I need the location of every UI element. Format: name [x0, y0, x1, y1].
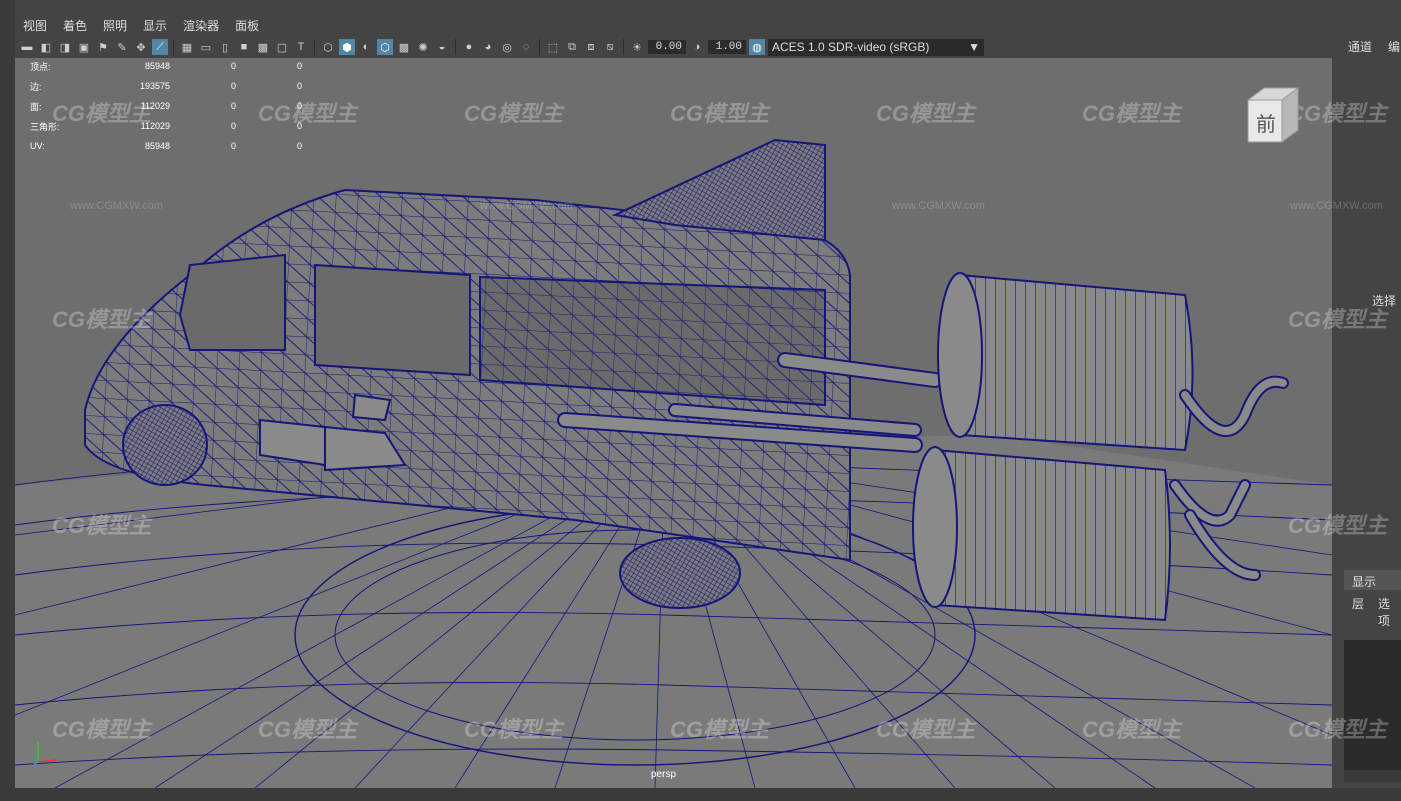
gamma-field[interactable]: 1.00 [708, 40, 746, 54]
grid-icon[interactable]: ▦ [179, 39, 195, 55]
hud-value: 0 [230, 81, 236, 91]
hud-label: 面: [30, 101, 42, 112]
textured-icon[interactable]: ▩ [396, 39, 412, 55]
wireframe-toggle-icon[interactable]: ⟋ [152, 39, 168, 55]
viewport-toolbar: ▬ ◧ ◨ ▣ ⚑ ✎ ✥ ⟋ ▦ ▭ ▯ ■ ▩ ▢ T ⬡ ⬢ ◐ ⬡ ▩ … [15, 36, 1332, 58]
screen-space-ao-icon[interactable]: ● [461, 39, 477, 55]
depth-of-field-icon[interactable]: ◌ [518, 39, 534, 55]
smooth-shade-icon[interactable]: ⬢ [339, 39, 355, 55]
hud-value: 0 [296, 121, 302, 131]
watermark-url: www.CGMXW.com [70, 200, 163, 212]
hud-label: UV: [30, 141, 45, 151]
tab-display-label: 显示 [1352, 575, 1377, 589]
toolbar-divider [539, 39, 540, 55]
hud-label: 顶点: [30, 61, 51, 72]
xray-icon[interactable]: ⧉ [564, 39, 580, 55]
hud-value: 0 [230, 61, 236, 71]
hud-label: 边: [30, 81, 42, 92]
hud-value: 85948 [144, 141, 170, 151]
menu-shading[interactable]: 着色 [55, 17, 95, 34]
anti-aliasing-icon[interactable]: ◎ [499, 39, 515, 55]
hud-value: 193575 [139, 81, 170, 91]
hud-value: 0 [296, 81, 302, 91]
bookmark-flag-icon[interactable]: ⚑ [95, 39, 111, 55]
poly-count-hud: 顶点: 85948 0 0 边: 193575 0 0 面: 112029 0 … [30, 56, 302, 156]
select-camera-icon[interactable]: ▬ [19, 39, 35, 55]
gamma-icon[interactable]: ◑ [689, 39, 705, 55]
field-chart-icon[interactable]: ▩ [255, 39, 271, 55]
layer-list[interactable] [1344, 640, 1401, 770]
isolate-select-icon[interactable]: ⬚ [545, 39, 561, 55]
viewport-menubar: 视图 着色 照明 显示 渲染器 面板 [15, 15, 1332, 36]
hud-label: 三角形: [30, 121, 60, 132]
safe-title-icon[interactable]: T [293, 39, 309, 55]
default-material-icon[interactable]: ◐ [358, 39, 374, 55]
shadows-icon[interactable]: ◒ [434, 39, 450, 55]
grease-pencil-icon[interactable]: ✎ [114, 39, 130, 55]
safe-action-icon[interactable]: ▢ [274, 39, 290, 55]
hud-value: 0 [296, 141, 302, 151]
2d-pan-zoom-icon[interactable]: ✥ [133, 39, 149, 55]
exposure-icon[interactable]: ☀ [629, 39, 645, 55]
view-transform-dropdown[interactable]: ACES 1.0 SDR-video (sRGB) ▼ [768, 38, 984, 56]
motion-blur-icon[interactable]: ◕ [480, 39, 496, 55]
bookmark-icon[interactable]: ◨ [57, 39, 73, 55]
hud-value: 112029 [140, 121, 170, 131]
menu-lighting[interactable]: 照明 [95, 17, 135, 34]
layer-scrollbar[interactable] [1344, 770, 1401, 782]
use-all-lights-icon[interactable]: ✺ [415, 39, 431, 55]
timeline-ruler[interactable] [0, 788, 1401, 801]
hud-row-faces: 面: 112029 0 0 [30, 96, 302, 116]
watermark-url: www.CGMXW.com [1290, 200, 1383, 212]
watermark-url: www.CGMXW.com [892, 200, 985, 212]
toolbar-divider [455, 39, 456, 55]
image-plane-icon[interactable]: ▣ [76, 39, 92, 55]
menu-renderer[interactable]: 渲染器 [175, 17, 227, 34]
toolbar-divider [314, 39, 315, 55]
hud-value: 85948 [144, 61, 170, 71]
toolbar-divider [623, 39, 624, 55]
hud-row-edges: 边: 193575 0 0 [30, 76, 302, 96]
left-toolbox-strip [0, 0, 15, 801]
hud-value: 0 [296, 61, 302, 71]
xray-active-icon[interactable]: ⧈ [583, 39, 599, 55]
view-transform-value: ACES 1.0 SDR-video (sRGB) [772, 40, 930, 54]
options-menu[interactable]: 选项 [1378, 595, 1401, 629]
tab-channels[interactable]: 通道 [1348, 38, 1372, 55]
menu-view[interactable]: 视图 [15, 17, 55, 34]
hud-row-triangles: 三角形: 112029 0 0 [30, 116, 302, 136]
tab-edit[interactable]: 编 [1388, 38, 1400, 55]
channel-box-panel: 通道 编 选择 显示 层 选项 [1332, 0, 1401, 801]
hud-value: 112029 [140, 101, 170, 111]
axis-gizmo [30, 738, 60, 773]
wireframe-shading-icon[interactable]: ⬡ [320, 39, 336, 55]
hud-value: 0 [230, 141, 236, 151]
viewcube[interactable]: 前 [1244, 86, 1300, 144]
axis-gizmo-icon [33, 742, 57, 765]
resolution-gate-icon[interactable]: ▯ [217, 39, 233, 55]
camera-name-label: persp [651, 769, 677, 780]
xray-joints-icon[interactable]: ⧅ [602, 39, 618, 55]
hud-row-vertices: 顶点: 85948 0 0 [30, 56, 302, 76]
hud-value: 0 [296, 101, 302, 111]
chevron-down-icon: ▼ [968, 40, 980, 54]
viewcube-front-label: 前 [1256, 112, 1276, 136]
toolbar-divider [173, 39, 174, 55]
hud-value: 0 [230, 101, 236, 111]
camera-attributes-icon[interactable]: ◧ [38, 39, 54, 55]
gate-mask-icon[interactable]: ■ [236, 39, 252, 55]
film-gate-icon[interactable]: ▭ [198, 39, 214, 55]
menu-show[interactable]: 显示 [135, 17, 175, 34]
exposure-field[interactable]: 0.00 [648, 40, 686, 54]
hud-row-uv: UV: 85948 0 0 [30, 136, 302, 156]
watermark-url: www.CGMXW.com [480, 200, 573, 212]
wireframe-on-shaded-icon[interactable]: ⬡ [377, 39, 393, 55]
layer-menu[interactable]: 层 [1352, 595, 1364, 612]
color-management-icon[interactable]: ◍ [749, 39, 765, 55]
tab-display[interactable]: 显示 [1344, 570, 1401, 590]
hud-value: 0 [230, 121, 236, 131]
select-hint-text: 选择 [1372, 294, 1397, 308]
menu-panels[interactable]: 面板 [227, 17, 267, 34]
